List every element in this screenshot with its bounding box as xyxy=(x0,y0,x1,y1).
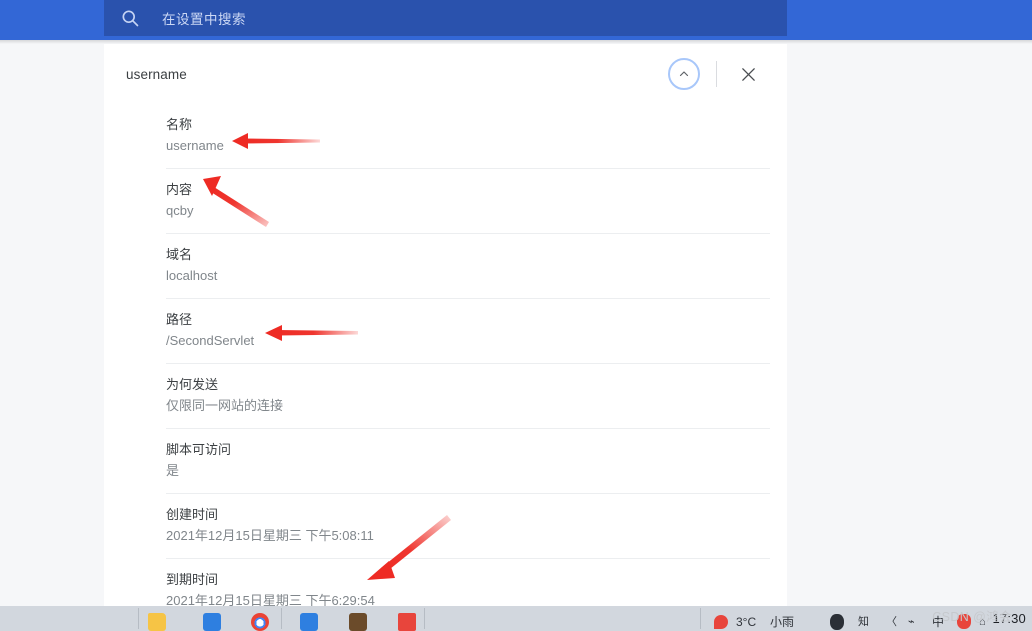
field-value: /SecondServlet xyxy=(166,333,255,348)
field-row: 脚本可访问 是 xyxy=(166,429,787,494)
field-value: 仅限同一网站的连接 xyxy=(166,398,284,413)
field-row: 名称 username xyxy=(166,104,787,169)
wps-icon[interactable] xyxy=(398,613,416,631)
file-explorer-icon[interactable] xyxy=(148,613,166,631)
close-icon xyxy=(741,67,755,81)
field-label: 到期时间 xyxy=(166,572,219,587)
cookie-name-title: username xyxy=(126,66,187,82)
game-app-icon[interactable] xyxy=(349,613,367,631)
weather-label: 小雨 xyxy=(770,615,795,629)
taskbar-separator-mid xyxy=(281,608,282,629)
field-label: 为何发送 xyxy=(166,377,219,392)
tray-icon-b[interactable]: 〈 xyxy=(886,614,897,630)
search-icon xyxy=(122,10,139,27)
field-label: 路径 xyxy=(166,312,193,327)
temperature-label: 3°C xyxy=(736,615,757,629)
field-value: qcby xyxy=(166,203,194,218)
field-row: 创建时间 2021年12月15日星期三 下午5:08:11 xyxy=(166,494,787,559)
windows-taskbar: 3°C 小雨 知 〈 ⌁ 中 ⌂ 17:30 xyxy=(0,606,1032,631)
cookie-detail-card: username 名称 username 内容 qcby 域名 localhos… xyxy=(104,44,787,606)
field-value: 2021年12月15日星期三 下午6:29:54 xyxy=(166,593,375,606)
field-row: 路径 /SecondServlet xyxy=(166,299,787,364)
settings-toolbar: 在设置中搜索 xyxy=(0,0,1032,40)
qq-icon[interactable] xyxy=(830,614,844,630)
header-divider xyxy=(716,61,717,87)
cookie-field-list: 名称 username 内容 qcby 域名 localhost 路径 /Sec… xyxy=(104,104,787,606)
chrome-icon[interactable] xyxy=(251,613,269,631)
taskbar-separator-left xyxy=(138,608,139,629)
field-value: 2021年12月15日星期三 下午5:08:11 xyxy=(166,528,374,543)
taskbar-separator-tray xyxy=(700,608,701,629)
field-label: 内容 xyxy=(166,182,193,197)
field-label: 域名 xyxy=(166,247,193,262)
field-value: 是 xyxy=(166,463,180,478)
collapse-button[interactable] xyxy=(668,58,700,90)
taskbar-separator-right xyxy=(424,608,425,629)
field-row: 为何发送 仅限同一网站的连接 xyxy=(166,364,787,429)
field-label: 名称 xyxy=(166,117,193,132)
field-value: username xyxy=(166,138,224,153)
tray-icon-a[interactable]: 知 xyxy=(858,614,869,630)
csdn-watermark: CSDN @鸿会 xyxy=(932,610,1012,624)
search-placeholder-text: 在设置中搜索 xyxy=(162,12,246,27)
tray-icon-c[interactable]: ⌁ xyxy=(908,614,915,630)
field-row: 域名 localhost xyxy=(166,234,787,299)
field-row: 到期时间 2021年12月15日星期三 下午6:29:54 xyxy=(166,559,787,606)
field-label: 创建时间 xyxy=(166,507,219,522)
windows-store-icon[interactable] xyxy=(203,613,221,631)
field-row: 内容 qcby xyxy=(166,169,787,234)
weather-icon[interactable] xyxy=(714,615,728,629)
close-button[interactable] xyxy=(735,61,761,87)
chevron-up-icon xyxy=(679,71,689,77)
field-label: 脚本可访问 xyxy=(166,442,232,457)
settings-search-box[interactable]: 在设置中搜索 xyxy=(104,0,787,36)
cookie-detail-header: username xyxy=(104,44,787,104)
field-value: localhost xyxy=(166,268,218,283)
onedrive-icon[interactable] xyxy=(300,613,318,631)
